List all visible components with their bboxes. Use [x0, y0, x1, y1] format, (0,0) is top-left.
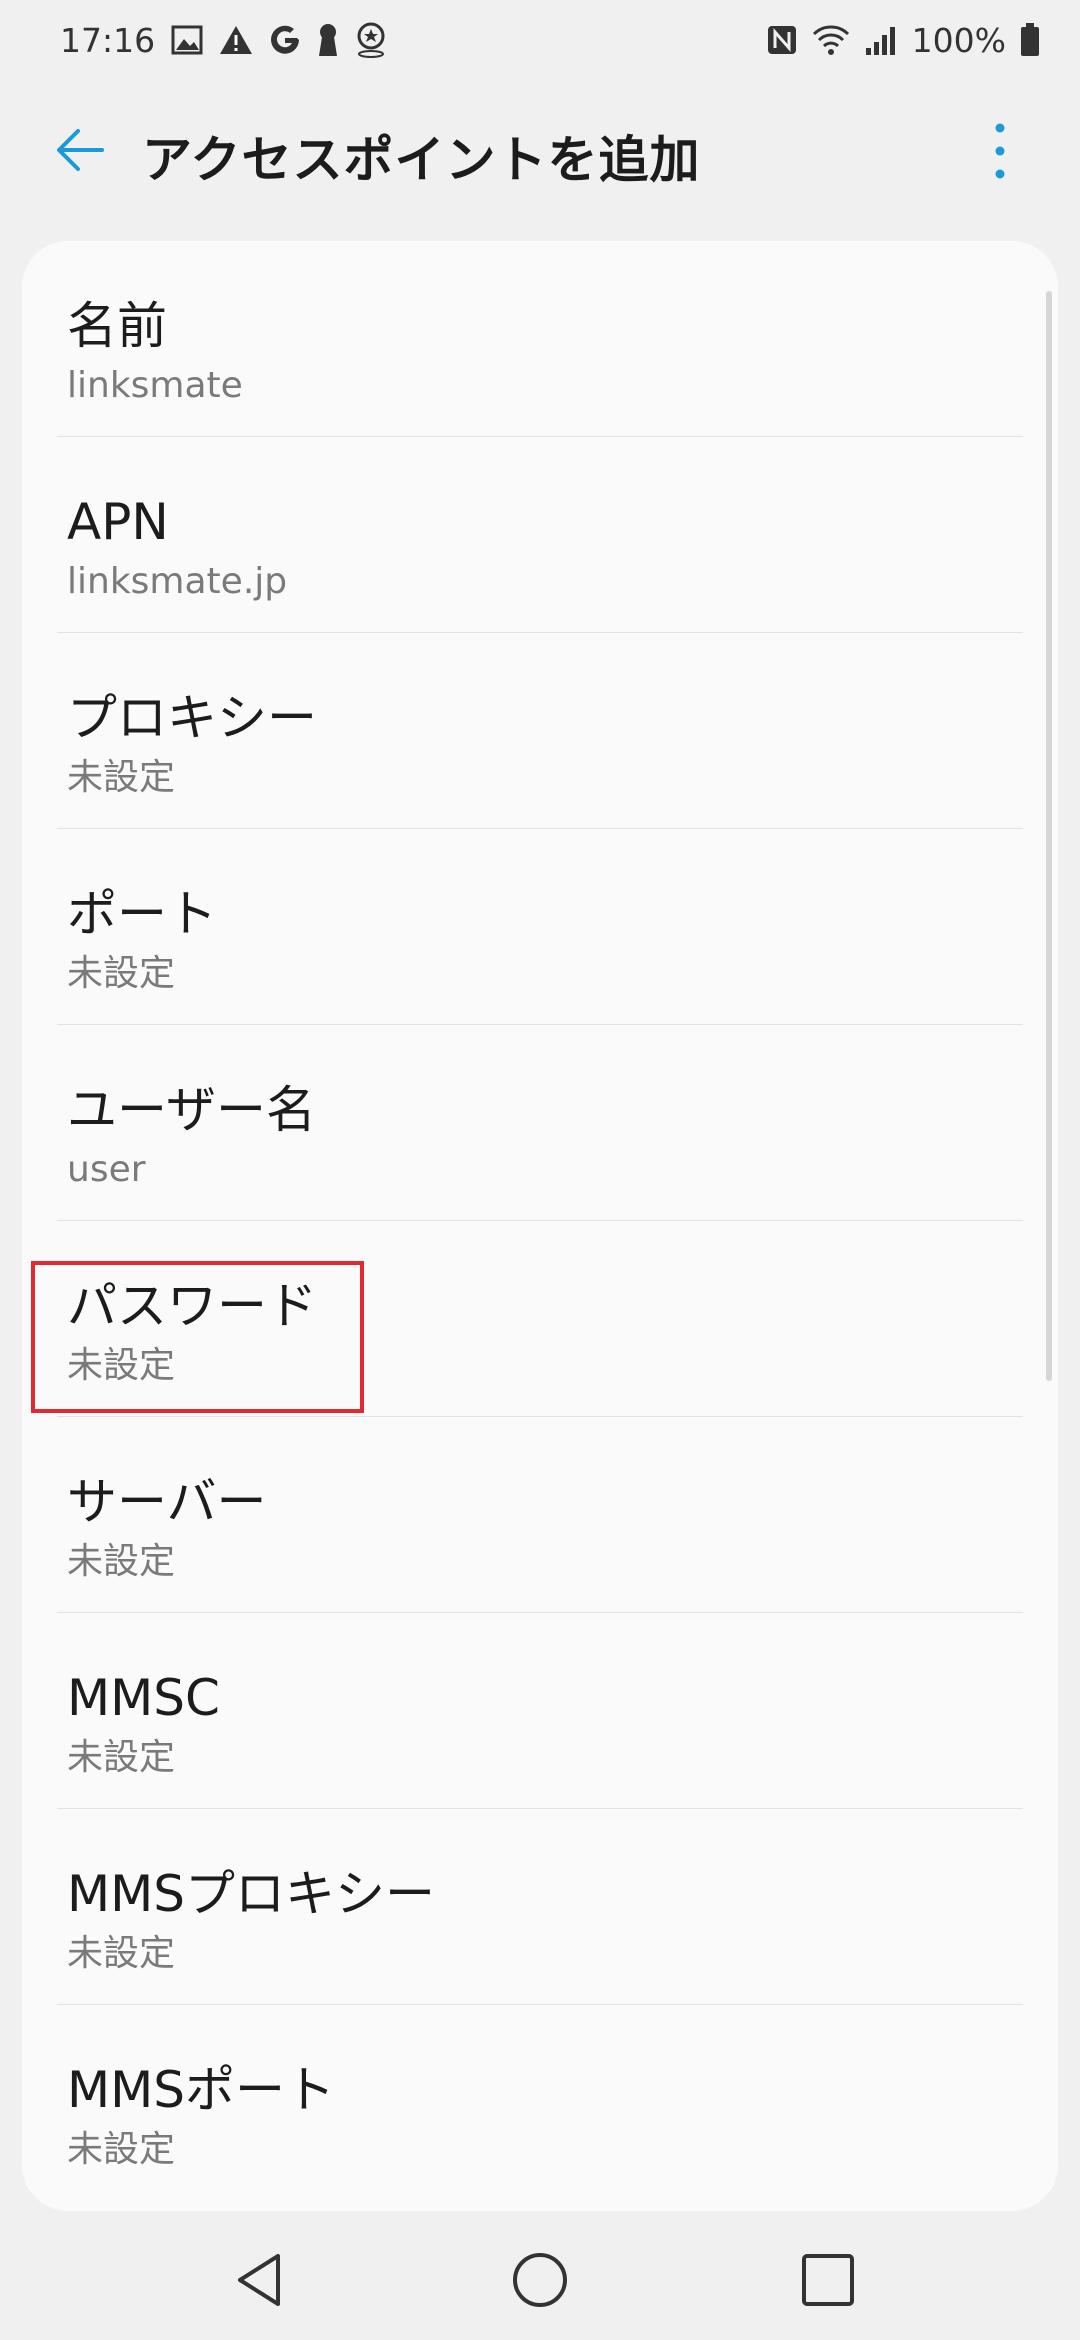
setting-mms-port[interactable]: MMSポート 未設定: [22, 2005, 1058, 2201]
battery-percentage: 100%: [911, 20, 1006, 60]
app-bar: アクセスポイントを追加: [0, 90, 1080, 210]
setting-proxy[interactable]: プロキシー 未設定: [22, 633, 1058, 829]
setting-value: 未設定: [67, 1737, 176, 1778]
setting-title: プロキシー: [67, 689, 317, 747]
settings-card: 名前 linksmate APN linksmate.jp プロキシー 未設定 …: [22, 241, 1058, 2211]
setting-mms-proxy[interactable]: MMSプロキシー 未設定: [22, 1809, 1058, 2005]
setting-title: MMSC: [67, 1669, 220, 1727]
warning-icon: [219, 25, 253, 55]
setting-title: MMSポート: [67, 2061, 336, 2119]
apn-settings-list: 名前 linksmate APN linksmate.jp プロキシー 未設定 …: [22, 241, 1058, 2201]
status-right: 100%: [766, 21, 1040, 60]
navigation-bar: [0, 2220, 1080, 2340]
setting-value: 未設定: [67, 1541, 176, 1582]
setting-value: linksmate: [67, 365, 243, 406]
setting-title: APN: [67, 493, 169, 551]
nav-home-button[interactable]: [504, 2244, 576, 2316]
setting-name[interactable]: 名前 linksmate: [22, 241, 1058, 437]
arrow-left-icon: [57, 129, 104, 171]
google-icon: [269, 24, 301, 56]
setting-apn[interactable]: APN linksmate.jp: [22, 437, 1058, 633]
setting-value: 未設定: [67, 1933, 176, 1974]
nav-recents-icon: [802, 2254, 854, 2306]
setting-value: user: [67, 1149, 146, 1190]
setting-mmsc[interactable]: MMSC 未設定: [22, 1613, 1058, 1809]
back-button[interactable]: [50, 118, 114, 182]
setting-value: 未設定: [67, 2129, 176, 2170]
setting-title: サーバー: [67, 1473, 267, 1531]
battery-icon: [1020, 23, 1040, 57]
keyhole-icon: [317, 23, 339, 57]
nav-back-icon: [238, 2254, 280, 2306]
nav-recents-button[interactable]: [792, 2244, 864, 2316]
setting-title: 名前: [67, 297, 167, 355]
status-bar: 17:16 100%: [0, 0, 1080, 80]
nfc-icon: [766, 24, 798, 56]
nav-back-button[interactable]: [226, 2244, 298, 2316]
setting-title: ポート: [67, 885, 217, 943]
setting-value: 未設定: [67, 757, 176, 798]
more-options-button[interactable]: [980, 116, 1020, 186]
location-badge-icon: [355, 22, 387, 58]
image-icon: [171, 25, 203, 55]
setting-title: MMSプロキシー: [67, 1865, 436, 1923]
status-time: 17:16: [60, 20, 156, 60]
setting-value: 未設定: [67, 953, 176, 994]
status-left: 17:16: [60, 21, 387, 60]
setting-username[interactable]: ユーザー名 user: [22, 1025, 1058, 1221]
setting-title: ユーザー名: [67, 1081, 316, 1139]
page-title: アクセスポイントを追加: [142, 131, 701, 189]
setting-server[interactable]: サーバー 未設定: [22, 1417, 1058, 1613]
more-vert-icon: [995, 123, 1005, 179]
setting-port[interactable]: ポート 未設定: [22, 829, 1058, 1025]
setting-value: linksmate.jp: [67, 561, 288, 602]
scrollbar[interactable]: [1046, 291, 1052, 1381]
signal-icon: [864, 24, 898, 56]
password-highlight-box: [31, 1261, 364, 1413]
wifi-icon: [812, 24, 850, 56]
nav-home-icon: [513, 2253, 567, 2307]
